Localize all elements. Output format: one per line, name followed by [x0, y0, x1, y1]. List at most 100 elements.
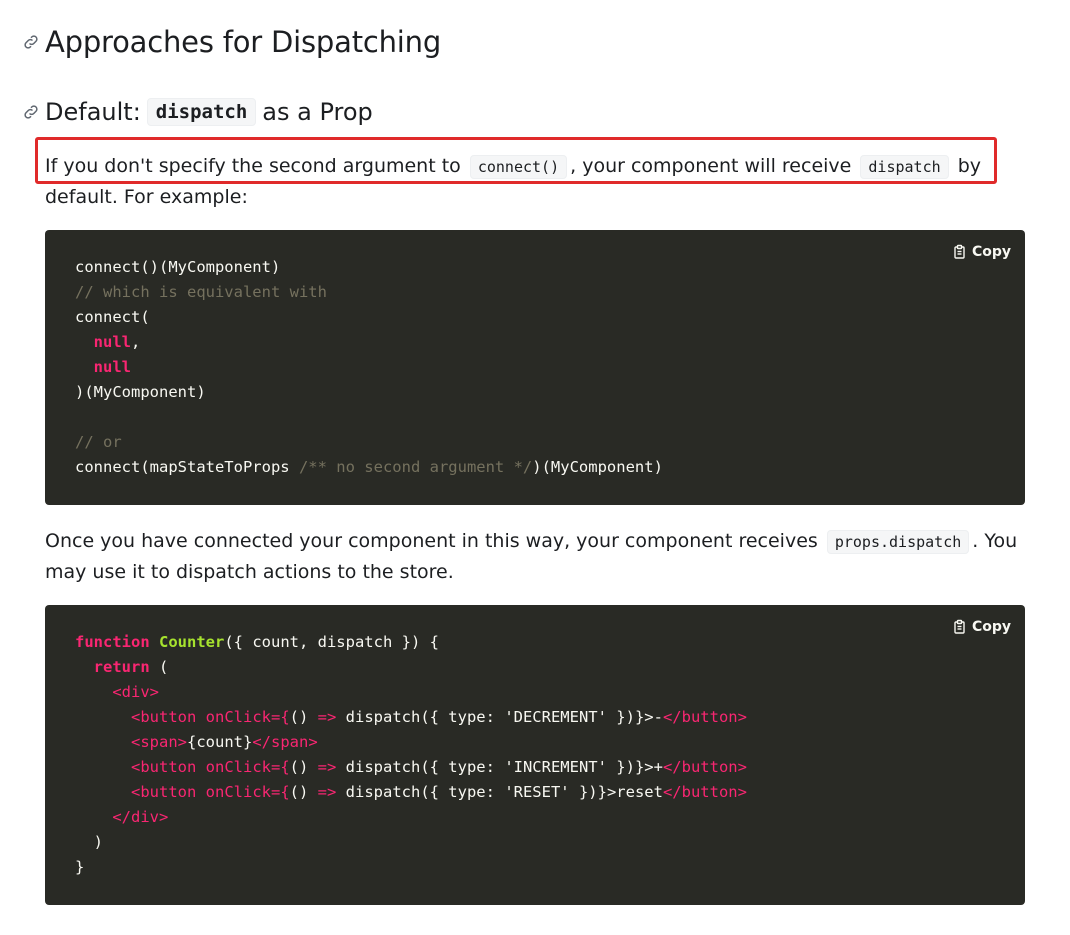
code-block: Copy function Counter({ count, dispatch … [45, 605, 1025, 905]
code-token: {count} [187, 733, 253, 751]
clipboard-icon [954, 244, 965, 259]
code-token: )(MyComponent) [532, 458, 663, 476]
heading-prefix: Default: [45, 98, 141, 126]
code-token: )(MyComponent) [75, 383, 206, 401]
code-line: )(MyComponent) [75, 380, 1025, 405]
code-token: connect()(MyComponent) [75, 258, 281, 276]
code-token: 'RESET' [504, 783, 570, 801]
code-token: , [131, 333, 141, 351]
code-token: })}>+ [606, 758, 663, 776]
code-line: connect( [75, 305, 1025, 330]
subsection-heading: Default: dispatch as a Prop [20, 98, 373, 126]
highlight-box [35, 137, 997, 184]
code-token: /** no second argument */ [298, 458, 533, 476]
code-token: // or [75, 433, 122, 451]
code-token: dispatch({ type: [336, 783, 505, 801]
code-line: <button onClick={() => dispatch({ type: … [75, 705, 1025, 730]
code-line: // which is equivalent with [75, 280, 1025, 305]
code-token: })}>reset [569, 783, 663, 801]
code-token: <button [131, 783, 206, 801]
code-line: <span>{count}</span> [75, 730, 1025, 755]
code-token: })}>- [606, 708, 663, 726]
code-token: connect(mapStateToProps [75, 458, 299, 476]
code-token: ={ [270, 758, 290, 776]
text-segment: Once you have connected your component i… [45, 530, 818, 552]
code-token: dispatch({ type: [336, 708, 505, 726]
code-token: => [317, 783, 337, 801]
code-token: </div> [112, 808, 169, 826]
code-line: connect(mapStateToProps /** no second ar… [75, 455, 1025, 480]
copy-button[interactable]: Copy [952, 619, 1011, 635]
code-token: ( [149, 658, 169, 676]
code-line: function Counter({ count, dispatch }) { [75, 630, 1025, 655]
code-line: <button onClick={() => dispatch({ type: … [75, 780, 1025, 805]
code-token: () [289, 758, 318, 776]
heading-text: Approaches for Dispatching [45, 25, 442, 59]
link-icon[interactable] [20, 31, 42, 53]
code-token: function [75, 633, 159, 651]
code-token: } [75, 858, 85, 876]
code-token: => [317, 758, 337, 776]
code-block: Copy connect()(MyComponent)// which is e… [45, 230, 1025, 505]
code-token: </button> [662, 758, 747, 776]
inline-code: dispatch [146, 98, 257, 126]
code-line: connect()(MyComponent) [75, 255, 1025, 280]
code-token: ={ [270, 708, 290, 726]
link-icon[interactable] [20, 101, 42, 123]
code-line: } [75, 855, 1025, 880]
section-heading: Approaches for Dispatching [20, 25, 441, 59]
code-token: => [317, 708, 337, 726]
code-token: <button [131, 758, 206, 776]
code-line: return ( [75, 655, 1025, 680]
clipboard-icon [954, 619, 965, 634]
code-line: </div> [75, 805, 1025, 830]
code-line: null, [75, 330, 1025, 355]
code-token: () [289, 783, 318, 801]
code-token: // which is equivalent with [75, 283, 327, 301]
code-token: Counter [159, 633, 225, 651]
code-token: onClick [205, 783, 271, 801]
code-token: () [289, 708, 318, 726]
code-token: null [93, 358, 131, 376]
code-token: dispatch({ type: [336, 758, 505, 776]
code-token: <button [131, 708, 206, 726]
code-token: </button> [662, 708, 747, 726]
code-line: ) [75, 830, 1025, 855]
code-token: 'INCREMENT' [504, 758, 607, 776]
heading-suffix: as a Prop [262, 98, 373, 126]
code-token: onClick [205, 758, 271, 776]
code-token: ={ [270, 783, 290, 801]
code-token: </button> [662, 783, 747, 801]
code-line: // or [75, 430, 1025, 455]
inline-code: props.dispatch [826, 530, 970, 554]
code-token: ({ count, dispatch }) { [224, 633, 439, 651]
code-token: return [93, 658, 150, 676]
code-token: null [93, 333, 131, 351]
copy-label: Copy [971, 619, 1011, 635]
code-content: function Counter({ count, dispatch }) { … [45, 605, 1025, 880]
copy-label: Copy [971, 244, 1011, 260]
code-line: <div> [75, 680, 1025, 705]
code-content: connect()(MyComponent)// which is equiva… [45, 230, 1025, 480]
code-token: <div> [112, 683, 159, 701]
code-line: <button onClick={() => dispatch({ type: … [75, 755, 1025, 780]
copy-button[interactable]: Copy [952, 244, 1011, 260]
code-token: </span> [252, 733, 318, 751]
code-token: 'DECREMENT' [504, 708, 607, 726]
code-line: null [75, 355, 1025, 380]
paragraph-props-dispatch: Once you have connected your component i… [45, 526, 1030, 587]
code-token: onClick [205, 708, 271, 726]
code-token: connect( [75, 308, 150, 326]
code-token: ) [75, 833, 103, 851]
code-token: <span> [131, 733, 187, 751]
